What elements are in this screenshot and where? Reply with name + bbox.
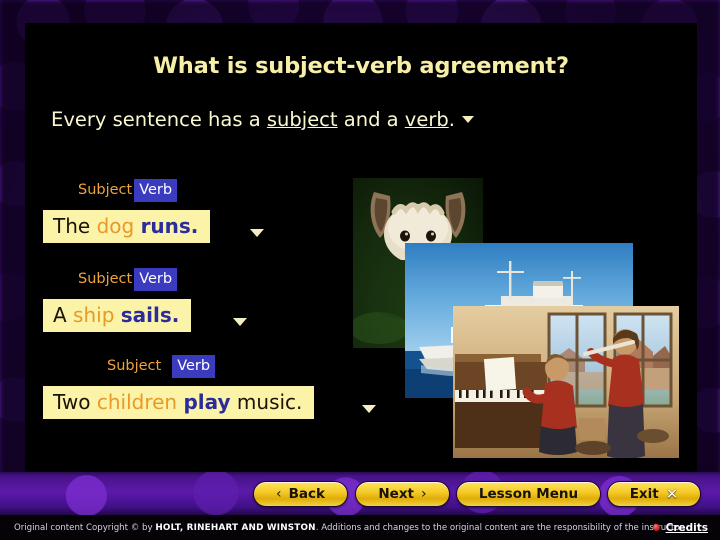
example-1-subject-word: dog bbox=[96, 214, 135, 238]
example-2-sentence: A ship sails. bbox=[43, 299, 192, 332]
advance-triangle-icon-1[interactable] bbox=[250, 229, 264, 237]
intro-part-2: and a bbox=[337, 108, 405, 131]
content-panel: What is subject-verb agreement? Every se… bbox=[25, 23, 697, 472]
next-button-label: Next bbox=[378, 486, 414, 502]
example-1-sentence: The dog runs. bbox=[43, 210, 211, 243]
children-playing-music-photo bbox=[453, 306, 679, 458]
example-3-subject-label: Subject bbox=[107, 358, 162, 374]
close-icon: ✕ bbox=[665, 485, 679, 503]
chevron-left-icon: ‹ bbox=[276, 486, 282, 502]
copyright-post: . Additions and changes to the original … bbox=[315, 522, 686, 533]
lesson-menu-button[interactable]: Lesson Menu bbox=[456, 481, 601, 507]
advance-triangle-icon-intro[interactable] bbox=[461, 116, 474, 123]
example-2-subject-word: ship bbox=[73, 303, 115, 327]
example-1-subject-label: Subject bbox=[78, 182, 133, 198]
example-1-verb-word: runs. bbox=[140, 214, 199, 238]
copyright-pre: Original content Copyright © by bbox=[14, 522, 156, 533]
example-1-labels: Subject Verb bbox=[76, 179, 178, 202]
example-2-subject-label: Subject bbox=[78, 271, 133, 287]
children-music-illustration bbox=[453, 306, 679, 458]
example-3-tail: music. bbox=[230, 390, 303, 414]
intro-part-1: Every sentence has a bbox=[51, 108, 267, 131]
navigation-bar: ‹ Back Next › Lesson Menu Exit ✕ bbox=[0, 472, 720, 515]
back-button[interactable]: ‹ Back bbox=[253, 481, 348, 507]
example-3-labels: Subject Verb bbox=[105, 355, 216, 378]
slide-canvas: What is subject-verb agreement? Every se… bbox=[0, 0, 720, 540]
advance-triangle-icon-2[interactable] bbox=[233, 318, 247, 326]
copyright-text: Original content Copyright © by HOLT, RI… bbox=[14, 523, 685, 533]
chevron-right-icon: › bbox=[421, 486, 427, 502]
exit-button[interactable]: Exit ✕ bbox=[607, 481, 701, 507]
example-2-verb-word: sails. bbox=[120, 303, 180, 327]
example-2-verb-label: Verb bbox=[134, 268, 178, 291]
credits-link[interactable]: Credits bbox=[652, 521, 708, 534]
lesson-menu-button-label: Lesson Menu bbox=[478, 486, 579, 502]
example-2-labels: Subject Verb bbox=[76, 268, 178, 291]
page-title: What is subject-verb agreement? bbox=[153, 53, 569, 79]
credits-label: Credits bbox=[665, 521, 708, 534]
example-3-sentence: Two children play music. bbox=[43, 386, 315, 419]
example-2-lead: A bbox=[53, 303, 74, 327]
intro-sentence: Every sentence has a subject and a verb. bbox=[51, 108, 474, 131]
intro-underline-subject: subject bbox=[266, 108, 338, 131]
example-3-verb-word: play bbox=[183, 390, 231, 414]
footer-bar: Original content Copyright © by HOLT, RI… bbox=[0, 515, 720, 540]
example-3-subject-word: children bbox=[96, 390, 178, 414]
intro-part-3: . bbox=[448, 108, 455, 131]
intro-underline-verb: verb bbox=[404, 108, 449, 131]
back-button-label: Back bbox=[288, 486, 325, 502]
example-1-lead: The bbox=[53, 214, 97, 238]
publisher-name: HOLT, RINEHART AND WINSTON bbox=[155, 522, 316, 533]
exit-button-label: Exit bbox=[629, 486, 659, 502]
next-button[interactable]: Next › bbox=[355, 481, 450, 507]
example-3-verb-label: Verb bbox=[172, 355, 216, 378]
red-dot-icon bbox=[652, 524, 660, 531]
example-3-lead: Two bbox=[53, 390, 97, 414]
example-1-verb-label: Verb bbox=[134, 179, 178, 202]
advance-triangle-icon-3[interactable] bbox=[362, 405, 376, 413]
